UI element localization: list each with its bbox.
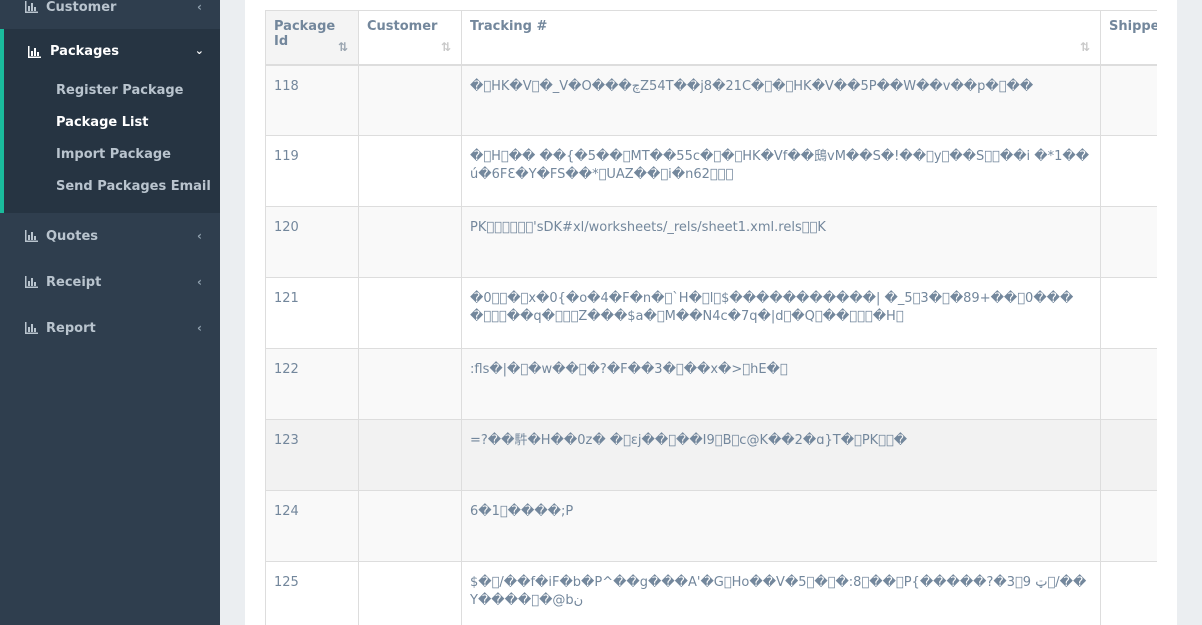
nav-packages[interactable]: Packages ⌄	[4, 39, 220, 65]
cell-tracking: =?��䭽�H��0z� � εj�� ��I9 B c@K��2�ɑ}T� P…	[461, 419, 1101, 491]
chevron-left-icon: ‹	[197, 229, 202, 243]
nav-receipt[interactable]: Receipt ‹	[0, 262, 220, 302]
cell-customer	[358, 206, 462, 278]
chevron-left-icon: ‹	[197, 275, 202, 289]
table-row[interactable]: 120 PK      'sDK#xl/worksheets/_rels/shee…	[265, 206, 1157, 278]
cell-package-id: 121	[265, 277, 359, 349]
cell-shipper	[1100, 64, 1157, 136]
sub-item-register-package[interactable]: Register Package	[56, 83, 184, 98]
cell-shipper	[1100, 277, 1157, 349]
table-row[interactable]: 119 � H �� ��{�5�� MT��55c� � HK�Vf��䲭vM�…	[265, 135, 1157, 207]
chevron-left-icon: ‹	[197, 0, 202, 14]
column-header-label: Customer	[367, 19, 438, 34]
cell-customer	[358, 277, 462, 349]
cell-tracking: �0  � x�0{�o�4�F�n� `H� l $�����������| …	[461, 277, 1101, 349]
cell-shipper	[1100, 419, 1157, 491]
bar-chart-icon	[28, 46, 41, 58]
cell-package-id: 120	[265, 206, 359, 278]
cell-package-id: 123	[265, 419, 359, 491]
cell-customer	[358, 64, 462, 136]
column-header-shipper[interactable]: Shipper	[1100, 10, 1157, 66]
cell-package-id: 124	[265, 490, 359, 562]
sub-item-package-list[interactable]: Package List	[56, 115, 148, 130]
cell-customer	[358, 348, 462, 420]
sub-item-import-package[interactable]: Import Package	[56, 147, 171, 162]
sort-icon: ⇅	[441, 39, 452, 54]
column-header-customer[interactable]: Customer ⇅	[358, 10, 462, 66]
cell-customer	[358, 419, 462, 491]
nav-report[interactable]: Report ‹	[0, 308, 220, 348]
table-row[interactable]: 121 �0  � x�0{�o�4�F�n� `H� l $����������…	[265, 277, 1157, 349]
cell-tracking: 6�1 ����;P	[461, 490, 1101, 562]
cell-tracking: $� /��f�iF�b�P^��g���A'�G Ho��V�5 � �:8 …	[461, 561, 1101, 625]
table-header-row: Package Id ⇅ Customer ⇅ Tracking # ⇅ Shi…	[265, 10, 1157, 66]
table-body: 118 � HK�V �_V�O���چZ54T��j8�21C� � HK�V�…	[265, 64, 1157, 625]
table-row[interactable]: 122 :fls�|� �w�� �?�F��3� ��x�> hE� 	[265, 348, 1157, 420]
table-row[interactable]: 124 6�1 ����;P	[265, 490, 1157, 562]
cell-shipper	[1100, 135, 1157, 207]
column-header-package-id[interactable]: Package Id ⇅	[265, 10, 359, 66]
column-header-label: Package Id	[274, 19, 336, 49]
cell-tracking: � HK�V �_V�O���چZ54T��j8�21C� � HK�V��5P…	[461, 64, 1101, 136]
cell-tracking: PK      'sDK#xl/worksheets/_rels/sheet1.…	[461, 206, 1101, 278]
cell-package-id: 125	[265, 561, 359, 625]
cell-tracking: � H �� ��{�5�� MT��55c� � HK�Vf��䲭vM��S�…	[461, 135, 1101, 207]
cell-package-id: 119	[265, 135, 359, 207]
sort-ascending-icon: ⇅	[338, 39, 349, 54]
cell-package-id: 118	[265, 64, 359, 136]
table-row[interactable]: 118 � HK�V �_V�O���چZ54T��j8�21C� � HK�V�…	[265, 64, 1157, 136]
sub-item-send-packages-email[interactable]: Send Packages Email	[56, 179, 211, 194]
sort-icon: ⇅	[1080, 39, 1091, 54]
package-table: Package Id ⇅ Customer ⇅ Tracking # ⇅ Shi…	[265, 10, 1157, 625]
bar-chart-icon	[25, 322, 38, 334]
chevron-down-icon: ⌄	[194, 44, 204, 57]
nav-receipt-label: Receipt	[46, 274, 102, 290]
cell-package-id: 122	[265, 348, 359, 420]
cell-shipper	[1100, 561, 1157, 625]
content-panel: Package Id ⇅ Customer ⇅ Tracking # ⇅ Shi…	[245, 0, 1177, 625]
cell-customer	[358, 561, 462, 625]
column-header-tracking[interactable]: Tracking # ⇅	[461, 10, 1101, 66]
chevron-left-icon: ‹	[197, 321, 202, 335]
cell-customer	[358, 490, 462, 562]
bar-chart-icon	[25, 230, 38, 242]
column-header-label: Shipper	[1109, 19, 1157, 34]
table-row[interactable]: 123 =?��䭽�H��0z� � εj�� ��I9 B c@K��2�ɑ}T…	[265, 419, 1157, 491]
bar-chart-icon	[25, 276, 38, 288]
package-table-wrapper: Package Id ⇅ Customer ⇅ Tracking # ⇅ Shi…	[265, 10, 1157, 625]
table-row[interactable]: 125 $� /��f�iF�b�P^��g���A'�G Ho��V�5 � �…	[265, 561, 1157, 625]
cell-shipper	[1100, 348, 1157, 420]
nav-customer[interactable]: Customer ‹	[0, 0, 220, 27]
bar-chart-icon	[25, 1, 38, 13]
nav-report-label: Report	[46, 320, 96, 336]
cell-tracking: :fls�|� �w�� �?�F��3� ��x�> hE� 	[461, 348, 1101, 420]
nav-quotes[interactable]: Quotes ‹	[0, 216, 220, 256]
cell-customer	[358, 135, 462, 207]
nav-packages-label: Packages	[50, 44, 119, 59]
sidebar: Customer ‹ Packages ⌄ Register Package P…	[0, 0, 220, 625]
column-header-label: Tracking #	[470, 19, 548, 34]
cell-shipper	[1100, 206, 1157, 278]
nav-customer-label: Customer	[46, 0, 117, 15]
nav-quotes-label: Quotes	[46, 228, 99, 244]
cell-shipper	[1100, 490, 1157, 562]
nav-packages-group: Packages ⌄ Register Package Package List…	[0, 29, 220, 213]
